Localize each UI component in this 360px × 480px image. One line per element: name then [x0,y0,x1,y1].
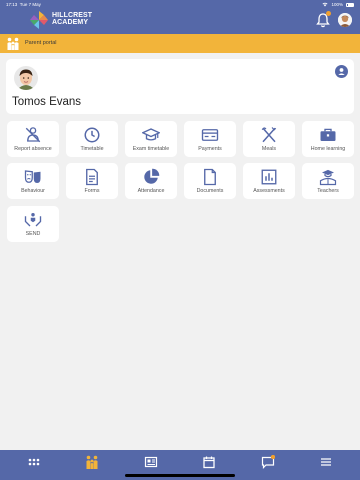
pinwheel-logo-icon [30,11,48,29]
briefcase-icon [320,128,336,141]
school-name-line2: ACADEMY [52,19,89,26]
battery-percent: 100% [331,2,343,7]
payment-card-icon [201,129,219,141]
tile-exam-timetable[interactable]: Exam timetable [125,121,177,157]
home-indicator [125,474,235,477]
tile-label: Meals [261,146,277,152]
status-date: Tue 7 May [19,2,41,7]
tile-documents[interactable]: Documents [184,163,236,199]
tile-behaviour[interactable]: Behaviour [7,163,59,199]
parent-portal-banner[interactable]: Parent portal [0,34,360,53]
tile-label: Behaviour [21,188,45,194]
tile-label: Timetable [80,146,104,152]
student-name: Tomos Evans [12,96,82,108]
tile-send[interactable]: SEND [7,206,59,242]
school-logo: HILLCREST ACADEMY [29,10,92,30]
tile-report-absence[interactable]: Report absence [7,121,59,157]
tile-meals[interactable]: Meals [243,121,295,157]
tile-label: Attendance [137,188,165,194]
apps-icon [28,458,40,466]
document-icon [204,168,216,186]
notification-dot [326,11,331,16]
family-icon [86,455,98,469]
nav-calendar[interactable] [202,455,216,469]
portal-label: Parent portal [25,40,57,46]
nav-messages[interactable] [261,454,276,469]
account-avatar[interactable] [338,13,352,27]
teacher-icon [319,169,337,186]
news-icon [144,456,158,468]
tile-home-learning[interactable]: Home learning [302,121,354,157]
form-icon [86,168,98,186]
nav-news[interactable] [144,455,158,469]
tile-label: Assessments [253,188,285,194]
tile-label: Teachers [317,188,339,194]
tile-attendance[interactable]: Attendance [125,163,177,199]
tile-label: Documents [196,188,224,194]
cutlery-icon [261,127,277,143]
tile-label: Forms [84,188,100,194]
tile-forms[interactable]: Forms [66,163,118,199]
tile-label: SEND [25,231,41,237]
family-icon [6,37,20,55]
notifications-button[interactable] [316,11,331,28]
tile-payments[interactable]: Payments [184,121,236,157]
school-name: HILLCREST ACADEMY [52,13,92,26]
calendar-icon [203,456,215,469]
status-bar: 17:13 Tue 7 May 100% [0,0,360,9]
mask-icon [24,170,41,183]
graduation-cap-icon [142,128,160,141]
nav-apps[interactable] [27,455,41,469]
tile-timetable[interactable]: Timetable [66,121,118,157]
profile-button[interactable] [335,65,348,78]
hands-heart-icon [24,213,42,227]
person-icon [338,68,345,75]
status-right: 100% [322,2,354,7]
person-off-icon [25,127,41,143]
tile-teachers[interactable]: Teachers [302,163,354,199]
student-profile-card[interactable]: Tomos Evans [6,59,354,114]
status-time: 17:13 Tue 7 May [6,2,41,7]
tile-label: Report absence [14,146,52,152]
top-app-bar: 17:13 Tue 7 May 100% HILLCREST ACADEMY [0,0,360,34]
nav-menu[interactable] [319,455,333,469]
pie-chart-icon [144,168,160,184]
menu-icon [321,458,331,466]
bar-chart-icon [261,169,277,185]
messages-icon [261,454,276,469]
nav-family[interactable] [85,455,99,469]
student-avatar-icon [14,66,38,90]
status-time-text: 17:13 [6,2,18,7]
student-photo [14,66,38,90]
tile-assessments[interactable]: Assessments [243,163,295,199]
tile-label: Exam timetable [132,146,170,152]
clock-icon [84,127,100,143]
tile-label: Home learning [310,146,346,152]
tile-label: Payments [198,146,222,152]
user-avatar-icon [338,13,352,27]
wifi-icon [322,2,328,7]
battery-icon [346,2,354,7]
